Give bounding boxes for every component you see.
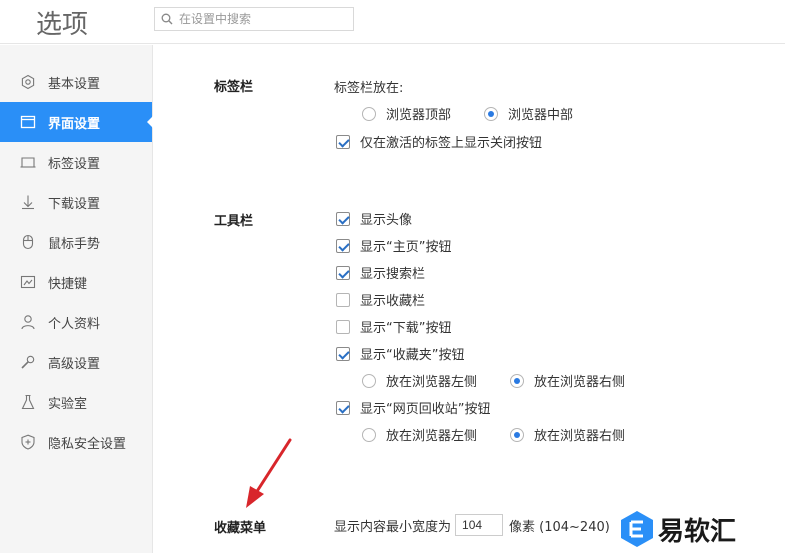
favmenu-width-input[interactable] (455, 514, 504, 536)
checkbox[interactable] (336, 400, 350, 415)
sidebar-item-label: 实验室 (48, 396, 88, 412)
search-box[interactable] (154, 7, 354, 31)
checkbox-label: 显示“收藏夹”按钮 (360, 348, 465, 363)
radio-circle[interactable] (510, 373, 524, 388)
gear-icon (21, 74, 35, 90)
radio-label: 浏览器顶部 (386, 108, 452, 123)
watermark-logo-icon (621, 511, 653, 547)
keyboard-icon (20, 275, 36, 289)
radio-recycle-right[interactable]: 放在浏览器右侧 (510, 425, 625, 444)
favmenu-width-prefix: 显示内容最小宽度为 (334, 519, 452, 535)
radio-label: 放在浏览器左侧 (386, 375, 478, 390)
checkbox-label: 显示搜索栏 (360, 267, 426, 282)
header: 选项 (0, 0, 785, 44)
checkbox[interactable] (336, 265, 350, 280)
tabbar-position-text: 标签栏放在: (334, 81, 404, 96)
checkbox-show-favbar[interactable]: 显示收藏栏 (336, 290, 425, 309)
sidebar-item-label: 界面设置 (48, 116, 101, 132)
radio-circle[interactable] (362, 373, 376, 388)
sidebar-item-label: 基本设置 (48, 76, 101, 92)
radio-tabbar-middle[interactable]: 浏览器中部 (484, 104, 573, 123)
radio-label: 放在浏览器右侧 (534, 429, 626, 444)
radio-recycle-left[interactable]: 放在浏览器左侧 (362, 425, 477, 444)
checkbox[interactable] (336, 346, 350, 361)
sidebar-item-label: 隐私安全设置 (48, 436, 127, 452)
watermark: 易软汇 (620, 510, 736, 548)
sidebar-item-label: 高级设置 (48, 356, 101, 372)
sidebar-item-tabs[interactable]: 标签设置 (0, 142, 152, 182)
checkbox-label: 显示头像 (360, 213, 413, 228)
checkbox-show-favorites[interactable]: 显示“收藏夹”按钮 (336, 344, 464, 363)
checkbox[interactable] (336, 238, 350, 253)
checkbox-label: 显示“下载”按钮 (360, 321, 452, 336)
checkbox-show-download[interactable]: 显示“下载”按钮 (336, 317, 451, 336)
radio-circle[interactable] (510, 427, 524, 442)
sidebar-item-label: 鼠标手势 (48, 236, 101, 252)
radio-tabbar-top[interactable]: 浏览器顶部 (362, 104, 451, 123)
watermark-text: 易软汇 (658, 516, 737, 547)
checkbox-show-search[interactable]: 显示搜索栏 (336, 263, 425, 282)
page-title: 选项 (36, 10, 89, 40)
sidebar-item-label: 下载设置 (48, 196, 101, 212)
checkbox-show-recycle[interactable]: 显示“网页回收站”按钮 (336, 398, 490, 417)
checkbox[interactable] (336, 211, 350, 226)
sidebar-item-label: 标签设置 (48, 156, 101, 172)
sidebar-item-basic[interactable]: 基本设置 (0, 62, 152, 102)
sidebar-item-lab[interactable]: 实验室 (0, 382, 152, 422)
options-window: 选项 基本设置 界面设置 标签设置 下载设置 鼠标手势 (0, 0, 785, 553)
radio-label: 放在浏览器右侧 (534, 375, 626, 390)
sidebar-item-profile[interactable]: 个人资料 (0, 302, 152, 342)
sidebar-item-label: 快捷键 (48, 276, 88, 292)
radio-circle[interactable] (362, 106, 376, 121)
shield-icon (21, 434, 35, 450)
checkbox-show-avatar[interactable]: 显示头像 (336, 209, 412, 228)
section-toolbar-label: 工具栏 (214, 214, 254, 229)
tabbar-position-label: 标签栏放在: (334, 77, 403, 96)
download-icon (22, 195, 34, 210)
sidebar-item-privacy[interactable]: 隐私安全设置 (0, 422, 152, 462)
checkbox-label: 仅在激活的标签上显示关闭按钮 (360, 136, 543, 151)
section-favmenu-label: 收藏菜单 (214, 521, 267, 536)
user-icon (21, 315, 35, 330)
radio-fav-left[interactable]: 放在浏览器左侧 (362, 371, 477, 390)
sidebar-item-label: 个人资料 (48, 316, 101, 332)
favmenu-width-row: 显示内容最小宽度为 像素 (104~240) (334, 514, 610, 536)
window-icon (20, 115, 36, 129)
radio-label: 放在浏览器左侧 (386, 429, 478, 444)
radio-label: 浏览器中部 (508, 108, 574, 123)
radio-circle[interactable] (362, 427, 376, 442)
sidebar-item-mouse[interactable]: 鼠标手势 (0, 222, 152, 262)
checkbox-label: 显示“主页”按钮 (360, 240, 452, 255)
radio-circle[interactable] (484, 106, 498, 121)
search-input[interactable] (179, 9, 349, 29)
checkbox-close-button[interactable]: 仅在激活的标签上显示关闭按钮 (336, 132, 542, 151)
sidebar-item-download[interactable]: 下载设置 (0, 182, 152, 222)
sidebar-item-advanced[interactable]: 高级设置 (0, 342, 152, 382)
sidebar-item-shortcuts[interactable]: 快捷键 (0, 262, 152, 302)
wrench-icon (21, 355, 35, 369)
search-icon (161, 13, 173, 25)
radio-fav-right[interactable]: 放在浏览器右侧 (510, 371, 625, 390)
annotation-arrow-icon (246, 438, 292, 508)
favmenu-width-suffix: 像素 (104~240) (509, 519, 610, 535)
checkbox[interactable] (336, 134, 350, 149)
mouse-icon (22, 234, 34, 250)
tab-icon (20, 157, 36, 168)
sidebar-item-interface[interactable]: 界面设置 (0, 102, 153, 142)
sidebar: 基本设置 界面设置 标签设置 下载设置 鼠标手势 快捷键 个人资料 高级设置 实… (0, 45, 153, 553)
section-tabbar-label: 标签栏 (214, 80, 254, 95)
flask-icon (21, 394, 35, 410)
checkbox-show-home[interactable]: 显示“主页”按钮 (336, 236, 451, 255)
checkbox-label: 显示“网页回收站”按钮 (360, 402, 491, 417)
checkbox[interactable] (336, 292, 350, 307)
checkbox[interactable] (336, 319, 350, 334)
checkbox-label: 显示收藏栏 (360, 294, 426, 309)
